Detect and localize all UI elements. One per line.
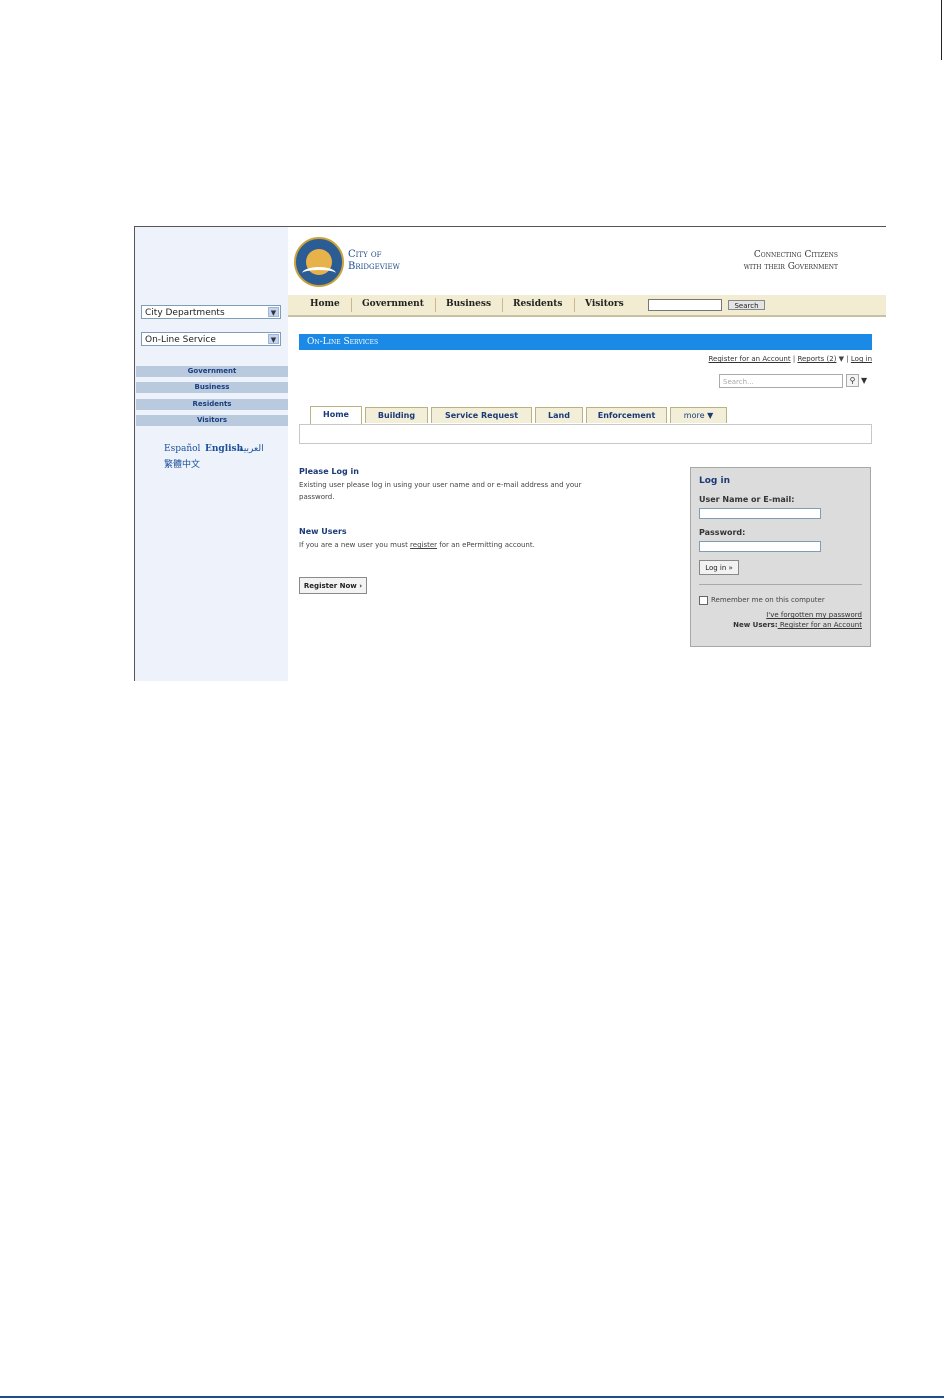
sidebar-item-business[interactable]: Business: [136, 382, 288, 393]
site-brand[interactable]: City of Bridgeview: [348, 249, 400, 273]
please-login-text-line2: password.: [299, 493, 335, 501]
brand-line-2: Bridgeview: [348, 261, 400, 272]
sidebar-item-residents[interactable]: Residents: [136, 399, 288, 410]
username-input[interactable]: [699, 508, 821, 519]
please-login-text: Existing user please log in using your u…: [299, 479, 581, 503]
register-account-link[interactable]: Register for an Account: [708, 355, 790, 363]
city-departments-select[interactable]: City Departments ▼: [141, 305, 281, 319]
brand-line-1: City of: [348, 249, 382, 260]
account-links: Register for an Account | Reports (2) ▼ …: [708, 355, 872, 363]
nav-business[interactable]: Business: [446, 299, 491, 309]
tab-enforcement[interactable]: Enforcement: [586, 407, 667, 423]
register-link[interactable]: register: [410, 541, 437, 549]
top-navigation: Home Government Business Residents Visit…: [288, 295, 886, 317]
sidebar-item-government[interactable]: Government: [136, 366, 288, 377]
new-users-register-text: Register for an Account: [777, 621, 862, 629]
site-search-input[interactable]: Search...: [719, 374, 843, 388]
top-search-button[interactable]: Search: [728, 300, 765, 310]
new-users-text: If you are a new user you must register …: [299, 539, 535, 551]
new-users-pre: If you are a new user you must: [299, 541, 411, 549]
site-tagline: Connecting Citizens with their Governmen…: [698, 249, 838, 273]
tagline-line-2: with their Government: [743, 262, 838, 272]
page-bottom-rule: [0, 1396, 944, 1398]
browser-screenshot: City Departments ▼ On-Line Service ▼ Gov…: [134, 226, 886, 681]
top-search-input[interactable]: [648, 299, 722, 311]
password-label: Password:: [699, 528, 746, 537]
nav-residents[interactable]: Residents: [513, 299, 562, 309]
nav-visitors[interactable]: Visitors: [585, 299, 624, 309]
remember-me-label: Remember me on this computer: [711, 596, 825, 604]
forgot-password-text: I've forgotten my password: [766, 611, 862, 619]
nav-government[interactable]: Government: [362, 299, 424, 309]
remember-me-checkbox[interactable]: [699, 596, 708, 605]
main-area: City of Bridgeview Connecting Citizens w…: [288, 227, 886, 681]
select-value: On-Line Service: [145, 335, 216, 345]
reports-link[interactable]: Reports (2): [797, 355, 836, 363]
city-seal-logo: [294, 237, 344, 287]
caret-down-icon[interactable]: ▼: [839, 355, 844, 363]
tab-panel: [299, 424, 872, 444]
tab-more[interactable]: more ▼: [670, 407, 727, 423]
new-users-register-link[interactable]: New Users: Register for an Account: [733, 621, 862, 629]
page-edge-line: [941, 0, 942, 60]
tagline-line-1: Connecting Citizens: [753, 250, 838, 260]
lang-arabic-link[interactable]: العربية: [239, 444, 264, 454]
please-login-heading: Please Log in: [299, 467, 359, 476]
new-users-heading: New Users: [299, 527, 347, 536]
caret-down-icon: ▼: [707, 411, 714, 420]
log-in-link[interactable]: Log in: [851, 355, 872, 363]
sidebar-item-visitors[interactable]: Visitors: [136, 415, 288, 426]
tab-home[interactable]: Home: [310, 406, 362, 424]
lang-espanol-link[interactable]: Español: [164, 444, 200, 454]
register-now-button[interactable]: Register Now ›: [299, 577, 367, 594]
lang-english-link[interactable]: English: [205, 444, 243, 454]
login-button[interactable]: Log in »: [699, 560, 739, 575]
magnifier-icon[interactable]: ⚲: [846, 374, 859, 387]
please-login-text-line1: Existing user please log in using your u…: [299, 481, 582, 489]
forgot-password-link[interactable]: I've forgotten my password: [766, 611, 862, 619]
lang-chinese-link[interactable]: 繁體中文: [164, 457, 200, 470]
login-panel: Log in User Name or E-mail: Password: Lo…: [690, 467, 871, 647]
tab-land[interactable]: Land: [535, 407, 583, 423]
tab-more-label: more: [683, 411, 705, 420]
divider: [699, 584, 862, 585]
tab-service-request[interactable]: Service Request: [431, 407, 532, 423]
chevron-down-icon: ▼: [268, 307, 279, 317]
chevron-down-icon[interactable]: ▼: [861, 376, 867, 385]
online-service-select[interactable]: On-Line Service ▼: [141, 332, 281, 346]
new-users-bold: New Users:: [733, 621, 778, 629]
online-services-banner: On-Line Services: [299, 334, 872, 350]
chevron-down-icon: ▼: [268, 334, 279, 344]
username-label: User Name or E-mail:: [699, 495, 795, 504]
password-input[interactable]: [699, 541, 821, 552]
new-users-post: for an ePermitting account.: [437, 541, 535, 549]
login-title: Log in: [699, 476, 730, 486]
left-sidebar: City Departments ▼ On-Line Service ▼ Gov…: [135, 227, 288, 681]
select-value: City Departments: [145, 308, 225, 318]
tab-building[interactable]: Building: [365, 407, 428, 423]
nav-home[interactable]: Home: [310, 299, 340, 309]
